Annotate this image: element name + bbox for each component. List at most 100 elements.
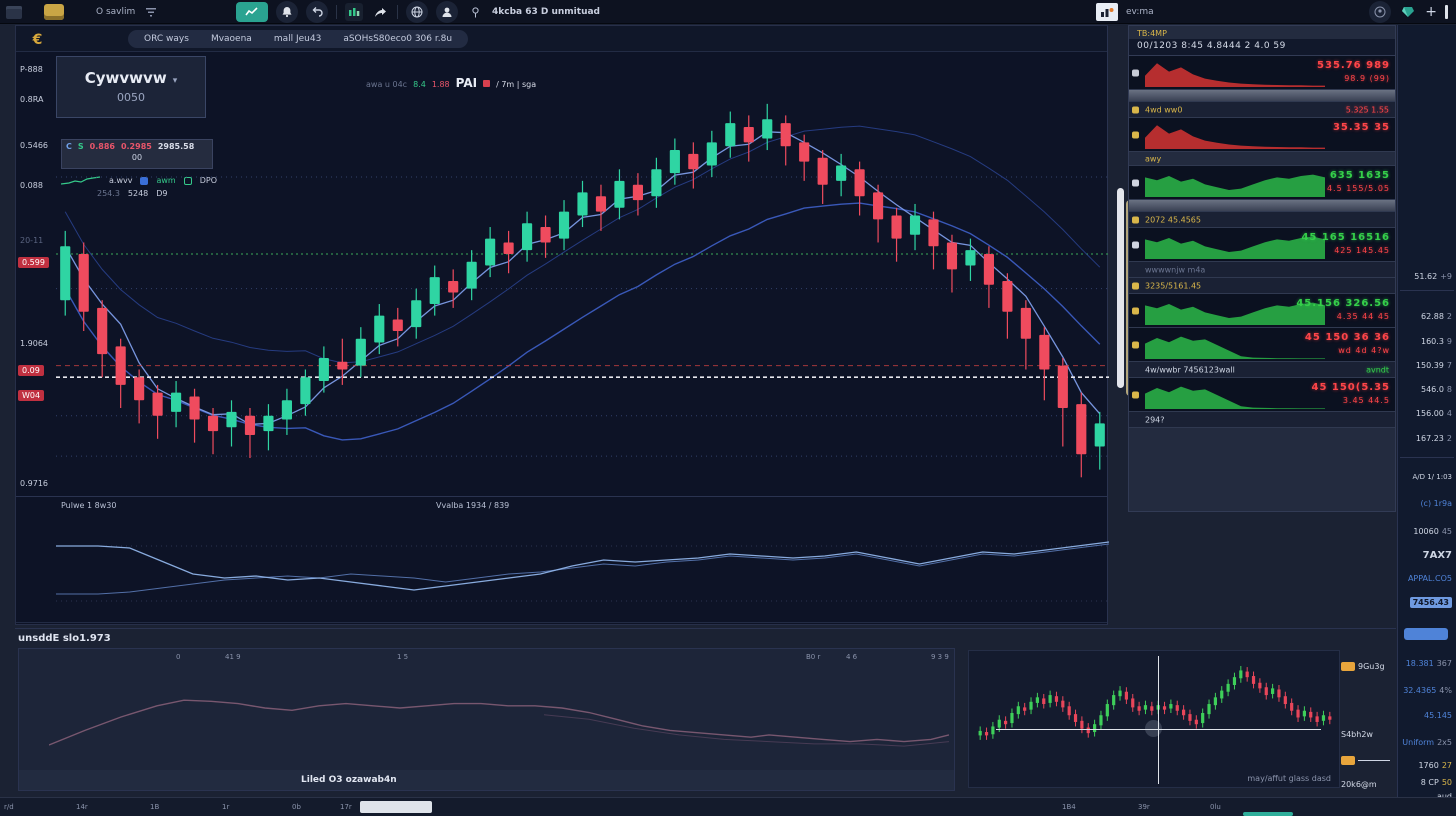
row-label: 3235/5161.45 — [1145, 281, 1201, 290]
right-panel-item-8: Uniform2x5 — [1402, 738, 1452, 747]
subpanel-left-label: Pulwe 1 8w30 — [61, 501, 116, 510]
right-panel-item-3[interactable]: 7456.43 — [1410, 597, 1452, 608]
chart-header: € ORC waysMvaoenamall Jeu43aSOHsS80eco0 … — [16, 26, 1107, 52]
subpanel-bottom-divider — [16, 622, 1107, 623]
watchlist-row[interactable]: 45 150(5.353.45 44.5 — [1129, 378, 1395, 412]
right-axis-value-5: 156.004 — [1416, 409, 1452, 418]
tab-3[interactable]: aSOHsS80eco0 306 r.8u — [343, 34, 452, 44]
row-sparkline — [1145, 381, 1325, 409]
secondary-scrollbar-thumb[interactable] — [1243, 812, 1293, 816]
watchlist-row[interactable]: 2072 45.4565 — [1129, 212, 1395, 228]
row-sparkline — [1145, 59, 1325, 87]
watchlist-tag: TB:4MP — [1129, 26, 1395, 39]
mini-candle-panel[interactable]: may/affut glass dasd — [968, 650, 1340, 788]
trading-app: O savlim — [0, 0, 1456, 816]
watchlist-row[interactable] — [1129, 200, 1395, 212]
bell-icon[interactable] — [276, 1, 298, 23]
orange-badge-icon — [1341, 756, 1355, 765]
watchlist-row[interactable]: 4wd ww05.325 1.55 — [1129, 102, 1395, 118]
watchlist-row[interactable]: 45 165 16516425 145.45 — [1129, 228, 1395, 262]
right-panel-item-6: 32.43654% — [1403, 686, 1452, 695]
add-button[interactable]: + — [1425, 4, 1437, 20]
gem-icon[interactable] — [1399, 3, 1417, 21]
bottom-left-tick-3: B0 r — [806, 653, 820, 661]
axis-suffix: 9 — [1447, 337, 1452, 346]
row-icon — [1132, 391, 1139, 398]
topbar-stats-group: ev:ma — [1096, 0, 1154, 24]
right-price-column: 51.62+962.882160.39150.397546.08156.0041… — [1397, 25, 1456, 816]
share-arrow-icon[interactable] — [371, 3, 389, 21]
time-tick-6: 1B4 — [1062, 803, 1076, 811]
row-icon — [1132, 341, 1139, 348]
mini-panel-side-item-0: 9Gu3g — [1341, 662, 1385, 671]
right-panel-item-2: APPAL.CO5 — [1408, 574, 1452, 583]
right-panel-item-9: 176027 — [1418, 761, 1452, 770]
mini-candlestick-chart — [977, 657, 1333, 769]
price-main: 45 150(5.35 — [1311, 381, 1390, 394]
watchlist-row[interactable]: wwwwnjw m4a — [1129, 262, 1395, 278]
right-panel-item-7: 45.145 — [1424, 711, 1452, 720]
toolbar-divider — [336, 5, 337, 19]
left-axis-label-5: 0.599 — [18, 257, 49, 268]
watchlist-row[interactable]: 45.156 326.564.35 44 45 — [1129, 294, 1395, 328]
bottom-left-tick-2: 1 5 — [397, 653, 408, 661]
axis-suffix: 2 — [1447, 434, 1452, 443]
tab-1[interactable]: Mvaoena — [211, 34, 252, 44]
vertical-scrollbar[interactable] — [1117, 188, 1124, 388]
candlestick-view-icon[interactable] — [345, 3, 363, 21]
row-icon — [1132, 307, 1139, 314]
tab-0[interactable]: ORC ways — [144, 34, 189, 44]
row-price: 45.156 326.564.35 44 45 — [1296, 297, 1390, 323]
panel-suffix: 27 — [1442, 761, 1452, 770]
watchlist-row[interactable]: awy — [1129, 152, 1395, 166]
crosshair-vertical — [1158, 656, 1159, 784]
profile-circle-icon[interactable] — [1369, 1, 1391, 23]
window-handle — [1445, 5, 1448, 19]
axis-suffix: 4 — [1447, 409, 1452, 418]
toolbar-divider — [397, 5, 398, 19]
tab-2[interactable]: mall Jeu43 — [274, 34, 322, 44]
watchlist-row[interactable]: 535.76 98998.9 (99) — [1129, 56, 1395, 90]
row-value: 5.325 1.55 — [1346, 105, 1389, 114]
bottom-section-title: unsddE slo1.973 — [18, 633, 111, 644]
menu-icon[interactable] — [6, 6, 22, 19]
watchlist-row[interactable]: 45 150 36 36wd 4d 4?w — [1129, 328, 1395, 362]
watchlist-row[interactable] — [1129, 90, 1395, 102]
undo-arrow-icon[interactable] — [306, 1, 328, 23]
bottom-left-label: Liled O3 ozawab4n — [301, 775, 397, 785]
candlestick-chart[interactable] — [56, 88, 1109, 493]
row-label: awy — [1145, 154, 1161, 163]
row-sparkline — [1145, 121, 1325, 149]
volume-line-subchart[interactable] — [56, 516, 1109, 616]
toolbar-left-label: O savlim — [96, 7, 135, 17]
row-icon — [1132, 69, 1139, 76]
watchlist-row[interactable]: 635 16354.5 155/5.05 — [1129, 166, 1395, 200]
right-axis-value-6: 167.232 — [1416, 434, 1452, 443]
row-price: 45 150 36 36wd 4d 4?w — [1305, 331, 1390, 357]
top-toolbar: O savlim — [0, 0, 1456, 24]
bottom-left-chart-panel[interactable]: 041 91 5B0 r4 69 3 9 Liled O3 ozawab4n — [18, 648, 955, 791]
chart-mode-button[interactable] — [236, 2, 268, 22]
watchlist-row[interactable]: 3235/5161.45 — [1129, 278, 1395, 294]
stats-icon[interactable] — [1096, 3, 1118, 21]
horizontal-scrollbar-thumb[interactable] — [360, 801, 432, 813]
filter-icon[interactable] — [143, 3, 161, 21]
axis-separator — [1400, 457, 1454, 458]
topbar-right-group: + — [1369, 0, 1448, 24]
price-sub: 98.9 (99) — [1317, 72, 1390, 85]
row-label: wwwwnjw m4a — [1145, 265, 1205, 274]
watchlist-row[interactable]: 4w/wwbr 7456123wallavndt — [1129, 362, 1395, 378]
pin-icon[interactable] — [466, 3, 484, 21]
blue-button[interactable] — [1404, 628, 1448, 640]
watchlist-row[interactable]: 294? — [1129, 412, 1395, 428]
stats-label: ev:ma — [1126, 7, 1154, 17]
user-icon[interactable] — [436, 1, 458, 23]
watchlist-row[interactable]: 35.35 35 — [1129, 118, 1395, 152]
main-chart-panel: € ORC waysMvaoenamall Jeu43aSOHsS80eco0 … — [15, 25, 1108, 625]
subpanel-center-label: Vvalba 1934 / 839 — [436, 501, 509, 510]
app-logo-icon[interactable] — [44, 4, 64, 20]
row-icon — [1132, 131, 1139, 138]
globe-icon[interactable] — [406, 1, 428, 23]
left-axis-label-9: 0.9716 — [20, 479, 48, 488]
time-tick-3: 1r — [222, 803, 229, 811]
